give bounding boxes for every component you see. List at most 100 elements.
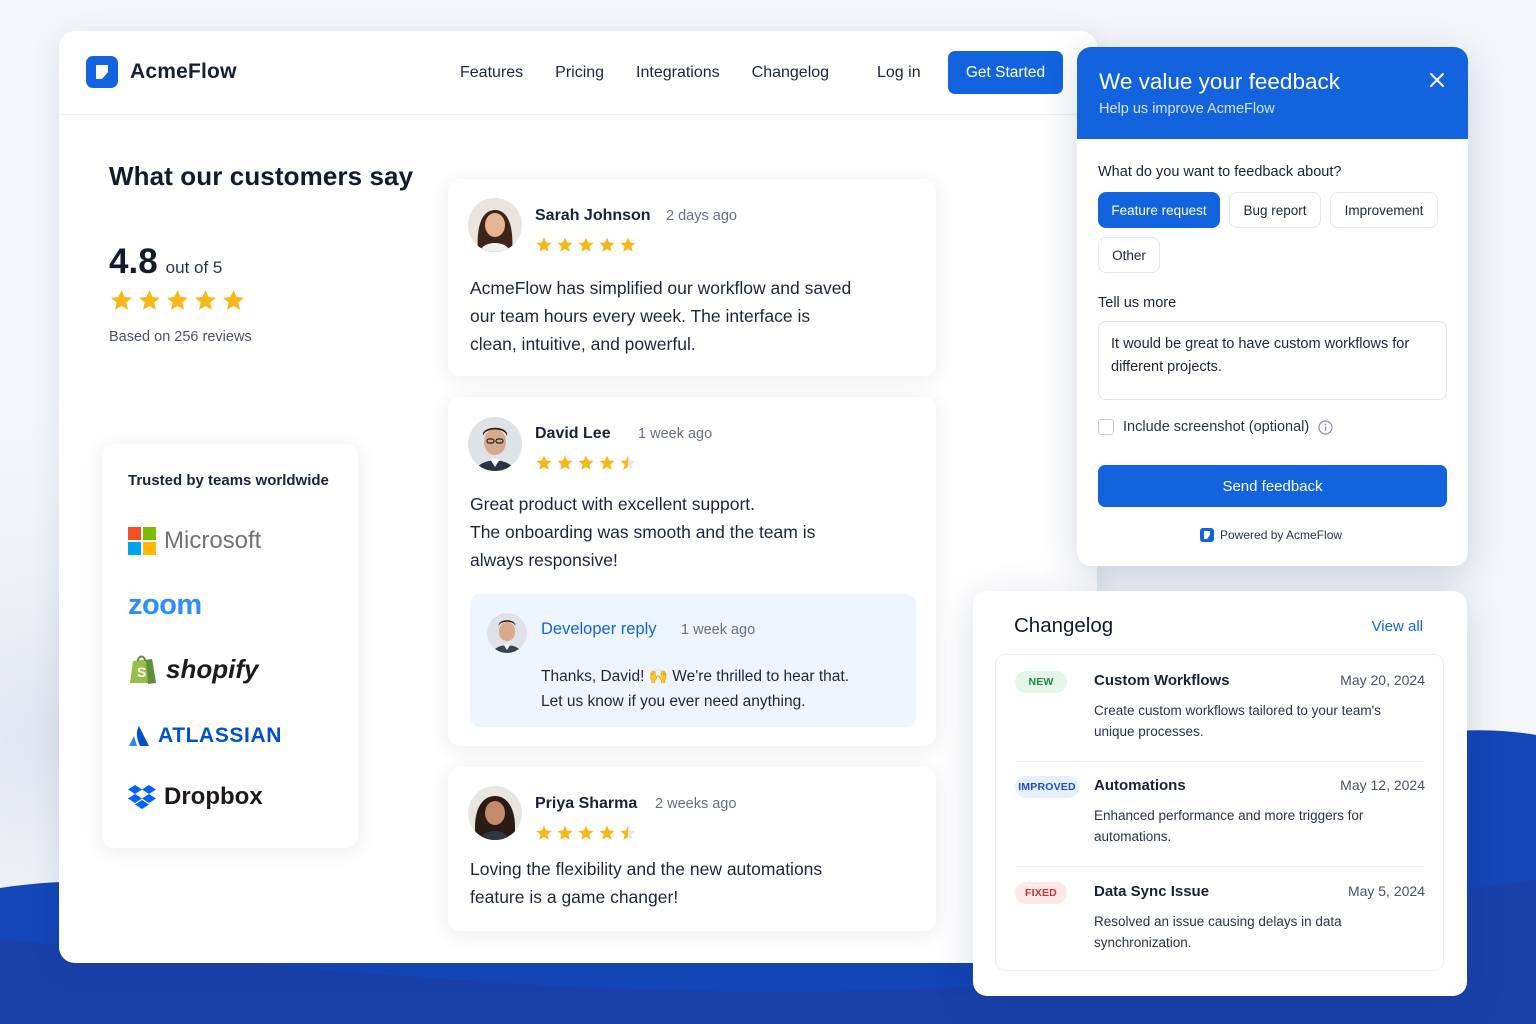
shopify-bag-icon: S [130, 655, 156, 684]
reply-text: Thanks, David! 🙌 We're thrilled to hear … [541, 668, 849, 710]
nav-link-features[interactable]: Features [460, 64, 523, 82]
brand-shopify: S shopify [128, 653, 258, 685]
star-icon [536, 455, 552, 470]
changelog-item-date: May 5, 2024 [1347, 883, 1425, 899]
brand-logo[interactable]: AcmeFlow [86, 56, 237, 88]
changelog-item-description: Create custom workflows tailored to your… [1094, 703, 1381, 739]
reviewer-name: Priya Sharma [535, 795, 638, 812]
topic-chip-bug-report[interactable]: Bug report [1229, 192, 1321, 228]
developer-reply: Developer reply 1 week ago Thanks, David… [470, 594, 916, 727]
message-label: Tell us more [1098, 295, 1177, 311]
nav-link-integrations[interactable]: Integrations [636, 64, 720, 82]
star-icon [536, 237, 552, 252]
review-text: AcmeFlow has simplified our workflow and… [470, 278, 852, 354]
brand-microsoft: Microsoft [128, 527, 261, 555]
review-time: 1 week ago [638, 426, 713, 442]
dropbox-logo-icon [128, 785, 156, 809]
topic-chip-other[interactable]: Other [1098, 237, 1160, 273]
star-icon [599, 455, 615, 470]
info-icon[interactable] [1318, 420, 1333, 435]
feedback-title: We value your feedback [1099, 69, 1340, 94]
changelog-item-description: Enhanced performance and more triggers f… [1094, 808, 1364, 844]
brand-zoom: zoom [128, 589, 202, 621]
changelog-panel: Changelog View all NEW Custom Workflows … [973, 591, 1467, 996]
feedback-message-input[interactable] [1098, 321, 1447, 400]
close-icon[interactable] [1426, 69, 1448, 91]
microsoft-logo-icon [128, 527, 156, 555]
changelog-item-date: May 20, 2024 [1340, 672, 1425, 688]
changelog-item[interactable]: FIXED Data Sync Issue May 5, 2024 Resolv… [1015, 882, 1425, 962]
review-card: David Lee 1 week ago Great product with … [448, 397, 936, 746]
avatar [487, 613, 527, 653]
review-stars [535, 236, 637, 254]
changelog-item-date: May 12, 2024 [1340, 777, 1425, 793]
star-icon [578, 455, 594, 470]
rating-summary: What our customers say 4.8 out of 5 Base… [109, 161, 413, 345]
reply-time: 1 week ago [681, 622, 756, 638]
status-badge: FIXED [1015, 882, 1067, 904]
acmeflow-logo-icon [1200, 528, 1214, 542]
screenshot-checkbox[interactable] [1098, 419, 1114, 435]
changelog-item[interactable]: NEW Custom Workflows May 20, 2024 Create… [1015, 671, 1425, 761]
star-icon [620, 825, 636, 840]
review-card: Sarah Johnson 2 days ago AcmeFlow has si… [448, 179, 936, 376]
avatar [468, 198, 522, 252]
feedback-widget: We value your feedback Help us improve A… [1077, 47, 1468, 566]
star-icon [578, 825, 594, 840]
review-time: 2 days ago [666, 208, 737, 224]
main-page-card: AcmeFlow Features Pricing Integrations C… [59, 31, 1097, 963]
divider [1015, 761, 1425, 762]
rating-scale: out of 5 [165, 258, 223, 277]
changelog-item-title: Automations [1094, 777, 1186, 794]
send-feedback-button[interactable]: Send feedback [1098, 465, 1447, 507]
review-card: Priya Sharma 2 weeks ago Loving the flex… [448, 767, 936, 931]
divider [1015, 866, 1425, 867]
acmeflow-logo-icon [86, 56, 118, 88]
nav-link-changelog[interactable]: Changelog [752, 64, 829, 82]
brand-atlassian: ATLASSIAN [128, 724, 282, 748]
topic-chip-feature-request[interactable]: Feature request [1098, 192, 1220, 228]
topic-label: What do you want to feedback about? [1098, 164, 1342, 180]
changelog-item-title: Data Sync Issue [1094, 883, 1210, 900]
star-icon [195, 290, 216, 310]
star-icon [167, 290, 188, 310]
star-icon [557, 237, 573, 252]
changelog-item-description: Resolved an issue causing delays in data… [1094, 914, 1342, 950]
top-navigation: AcmeFlow Features Pricing Integrations C… [59, 31, 1097, 115]
nav-links: Features Pricing Integrations Changelog [460, 64, 861, 82]
atlassian-logo-icon [129, 726, 149, 746]
review-text: Great product with excellent support. Th… [470, 494, 816, 570]
screenshot-checkbox-label: Include screenshot (optional) [1123, 419, 1310, 435]
review-count: Based on 256 reviews [109, 329, 252, 345]
view-all-link[interactable]: View all [1372, 618, 1423, 635]
average-rating: 4.8 [109, 242, 158, 281]
star-icon [620, 455, 636, 470]
changelog-item[interactable]: IMPROVED Automations May 12, 2024 Enhanc… [1015, 776, 1425, 866]
star-icon [557, 825, 573, 840]
rating-stars [109, 288, 413, 313]
review-stars [535, 824, 637, 842]
trusted-heading: Trusted by teams worldwide [128, 472, 329, 489]
changelog-title: Changelog [1014, 614, 1114, 637]
star-icon [557, 455, 573, 470]
avatar [468, 417, 522, 471]
status-badge: NEW [1015, 671, 1067, 693]
feedback-header: We value your feedback Help us improve A… [1077, 47, 1468, 139]
star-icon [578, 237, 594, 252]
topic-chip-improvement[interactable]: Improvement [1330, 192, 1438, 228]
reviewer-name: David Lee [535, 425, 611, 442]
avatar [468, 786, 522, 840]
status-badge: IMPROVED [1015, 776, 1079, 798]
review-text: Loving the flexibility and the new autom… [470, 859, 823, 907]
login-link[interactable]: Log in [877, 64, 921, 82]
star-icon [620, 237, 636, 252]
star-icon [223, 290, 244, 310]
nav-link-pricing[interactable]: Pricing [555, 64, 604, 82]
section-heading: What our customers say [109, 161, 414, 191]
star-icon [111, 290, 132, 310]
developer-reply-label: Developer reply [541, 620, 657, 638]
reviewer-name: Sarah Johnson [535, 207, 651, 224]
get-started-button[interactable]: Get Started [948, 51, 1063, 94]
brand-dropbox: Dropbox [128, 783, 263, 811]
changelog-list: NEW Custom Workflows May 20, 2024 Create… [995, 654, 1444, 971]
